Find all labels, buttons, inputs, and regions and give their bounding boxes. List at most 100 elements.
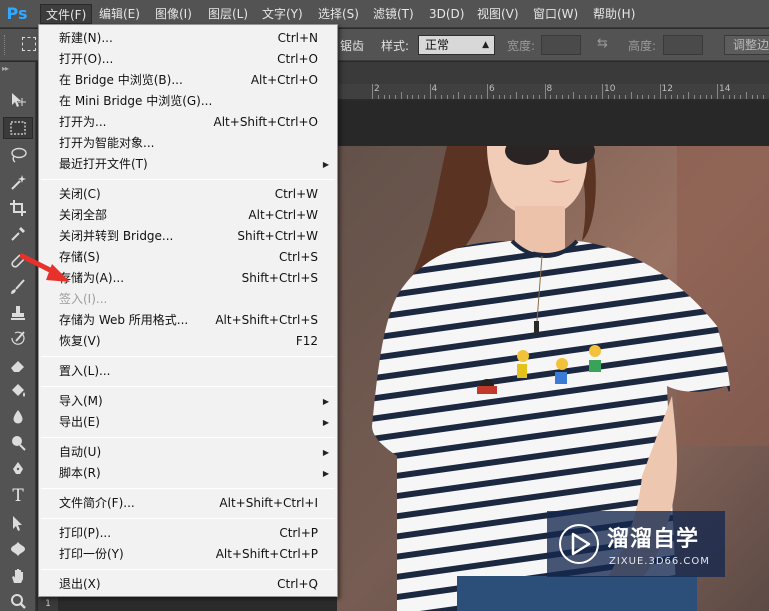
file-menu-item-shortcut: Shift+Ctrl+W xyxy=(237,229,318,243)
refine-edge-button[interactable]: 调整边 xyxy=(724,35,769,55)
file-menu-item[interactable]: 打开为... Alt+Shift+Ctrl+O xyxy=(39,112,337,133)
height-input[interactable] xyxy=(663,35,703,55)
rect-marquee-preset-icon[interactable] xyxy=(22,37,36,51)
file-menu-item-label: 打开为智能对象... xyxy=(59,136,155,150)
ruler-tick xyxy=(763,95,764,99)
ruler-tick xyxy=(596,95,598,99)
swap-icon[interactable]: ⇆ xyxy=(597,36,608,51)
width-input[interactable] xyxy=(541,35,581,55)
file-menu-item[interactable]: 文件简介(F)... Alt+Shift+Ctrl+I xyxy=(39,493,337,514)
zoom-tool-icon[interactable] xyxy=(3,590,33,611)
file-menu-item[interactable]: 关闭全部 Alt+Ctrl+W xyxy=(39,205,337,226)
submenu-arrow-icon: ▶ xyxy=(322,160,329,169)
menu-edit[interactable]: 编辑(E) xyxy=(94,4,145,24)
file-menu-item[interactable]: 存储为 Web 所用格式... Alt+Shift+Ctrl+S xyxy=(39,310,337,331)
eyedropper-tool-icon[interactable] xyxy=(3,223,33,245)
file-menu-item[interactable]: 关闭并转到 Bridge... Shift+Ctrl+W xyxy=(39,226,337,247)
file-menu-item[interactable]: 在 Bridge 中浏览(B)... Alt+Ctrl+O xyxy=(39,70,337,91)
menu-window[interactable]: 窗口(W) xyxy=(528,4,583,24)
red-arrow-annotation xyxy=(20,253,70,282)
move-tool-icon[interactable] xyxy=(3,89,33,111)
ruler-tick xyxy=(630,92,632,99)
file-menu-item-label: 脚本(R) xyxy=(59,466,101,480)
ruler-tick xyxy=(510,95,511,99)
menu-view[interactable]: 视图(V) xyxy=(472,4,524,24)
ruler-tick xyxy=(481,95,483,99)
menu-3d[interactable]: 3D(D) xyxy=(424,4,469,24)
file-menu-dropdown: 新建(N)... Ctrl+N 打开(O)... Ctrl+O 在 Bridge 中浏览… xyxy=(38,24,338,597)
file-menu-item[interactable]: 导出(E) ▶ xyxy=(39,412,337,433)
ruler-tick xyxy=(711,95,713,99)
ruler-tick xyxy=(734,95,736,99)
collapse-panel-icon[interactable]: ▸▸ xyxy=(2,64,9,73)
file-menu-item[interactable]: 打印一份(Y) Alt+Shift+Ctrl+P xyxy=(39,544,337,565)
file-menu-item[interactable]: 存储(S) Ctrl+S xyxy=(39,247,337,268)
ruler-tick xyxy=(665,95,667,99)
history-brush-tool-icon[interactable] xyxy=(3,328,33,350)
menu-separator xyxy=(41,488,335,489)
page-number: 1 xyxy=(38,597,58,611)
eraser-tool-icon[interactable] xyxy=(3,354,33,376)
file-menu-item-label: 退出(X) xyxy=(59,577,101,591)
ruler-tick xyxy=(699,95,701,99)
options-grip[interactable] xyxy=(4,35,7,55)
menu-filter[interactable]: 滤镜(T) xyxy=(368,4,419,24)
file-menu-item[interactable]: 退出(X) Ctrl+Q xyxy=(39,574,337,595)
file-menu-item[interactable]: 恢复(V) F12 xyxy=(39,331,337,352)
paint-bucket-tool-icon[interactable] xyxy=(3,380,33,402)
rect-marquee-tool-icon[interactable] xyxy=(3,117,33,139)
file-menu-item[interactable]: 关闭(C) Ctrl+W xyxy=(39,184,337,205)
file-menu-item[interactable]: 打开为智能对象... xyxy=(39,133,337,154)
ruler-tick xyxy=(671,95,672,99)
style-select[interactable]: 正常 ▲︎ xyxy=(418,35,495,55)
photoshop-logo: Ps xyxy=(6,4,28,23)
ruler-tick xyxy=(521,95,523,99)
file-menu-item[interactable]: 最近打开文件(T) ▶ xyxy=(39,154,337,175)
watermark-title: 溜溜自学 xyxy=(607,527,700,552)
antialias-label: 锯齿 xyxy=(340,39,365,53)
ruler-tick xyxy=(441,95,442,99)
blur-tool-icon[interactable] xyxy=(3,406,33,428)
menu-image[interactable]: 图像(I) xyxy=(150,4,197,24)
submenu-arrow-icon: ▶ xyxy=(322,418,329,427)
file-menu-item-label: 导出(E) xyxy=(59,415,100,429)
file-menu-item[interactable]: 自动(U) ▶ xyxy=(39,442,337,463)
magic-wand-tool-icon[interactable] xyxy=(3,171,33,193)
ruler-tick xyxy=(504,95,506,99)
file-menu-item-label: 导入(M) xyxy=(59,394,103,408)
ruler-tick xyxy=(648,95,649,99)
hand-tool-icon[interactable] xyxy=(3,565,33,587)
file-menu-item[interactable]: 打印(P)... Ctrl+P xyxy=(39,523,337,544)
menu-help[interactable]: 帮助(H) xyxy=(588,4,640,24)
menu-layer[interactable]: 图层(L) xyxy=(203,4,253,24)
custom-shape-tool-icon[interactable] xyxy=(3,538,33,560)
ruler-tick xyxy=(676,95,678,99)
file-menu-item-shortcut: Shift+Ctrl+S xyxy=(241,271,318,285)
file-menu-item[interactable]: 脚本(R) ▶ xyxy=(39,463,337,484)
ruler-label: 10 xyxy=(604,84,616,94)
file-menu-item[interactable]: 打开(O)... Ctrl+O xyxy=(39,49,337,70)
file-menu-item[interactable]: 新建(N)... Ctrl+N xyxy=(39,28,337,49)
path-selection-tool-icon[interactable] xyxy=(3,512,33,534)
clone-stamp-tool-icon[interactable] xyxy=(3,302,33,324)
file-menu-item-shortcut: Alt+Ctrl+W xyxy=(248,208,318,222)
file-menu-item[interactable]: 存储为(A)... Shift+Ctrl+S xyxy=(39,268,337,289)
crop-tool-icon[interactable] xyxy=(3,197,33,219)
ruler-label: 2 xyxy=(374,84,380,94)
watermark-badge: 溜溜自学 ZIXUE.3D66.COM xyxy=(547,511,725,577)
ruler-tick xyxy=(550,95,552,99)
ruler-tick xyxy=(625,95,626,99)
file-menu-item[interactable]: 在 Mini Bridge 中浏览(G)... xyxy=(39,91,337,112)
menu-file[interactable]: 文件(F) xyxy=(40,4,93,24)
menu-select[interactable]: 选择(S) xyxy=(313,4,364,24)
ruler-tick xyxy=(435,95,437,99)
ruler-tick xyxy=(377,95,379,99)
lasso-tool-icon[interactable] xyxy=(3,144,33,166)
file-menu-item[interactable]: 置入(L)... xyxy=(39,361,337,382)
menu-separator xyxy=(41,437,335,438)
file-menu-item[interactable]: 导入(M) ▶ xyxy=(39,391,337,412)
dodge-tool-icon[interactable] xyxy=(3,432,33,454)
menu-type[interactable]: 文字(Y) xyxy=(257,4,308,24)
pen-tool-icon[interactable] xyxy=(3,458,33,480)
type-tool-icon[interactable]: T xyxy=(3,485,33,507)
